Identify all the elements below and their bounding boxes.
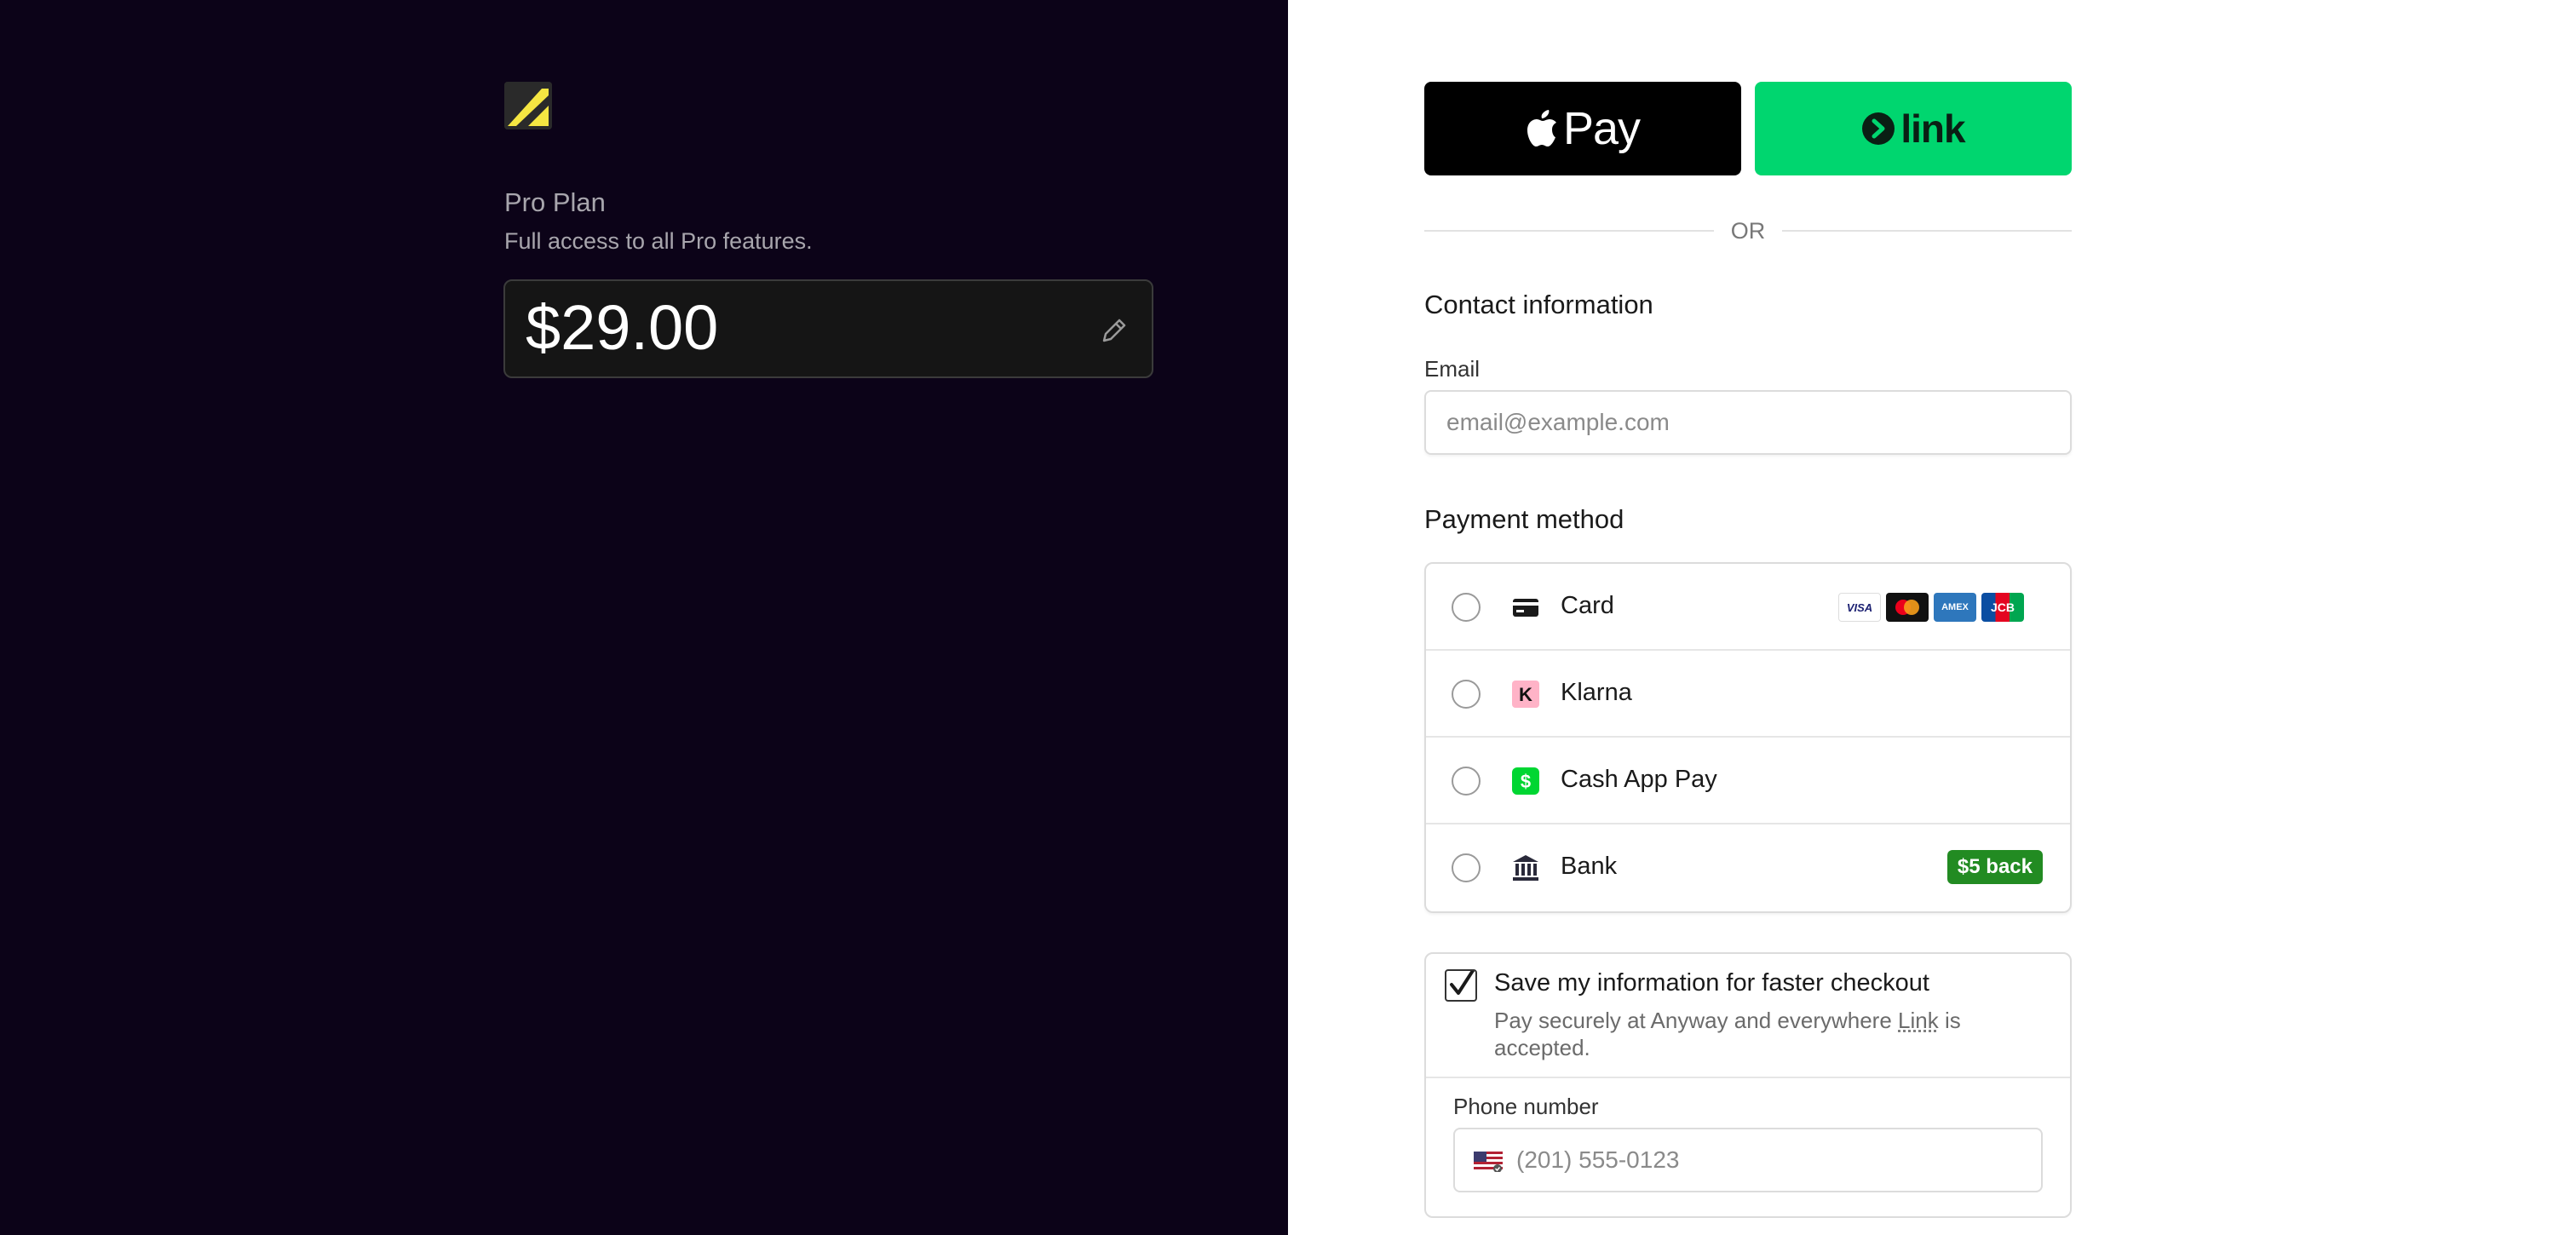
radio-button[interactable]	[1452, 680, 1481, 709]
divider	[1426, 1077, 2070, 1078]
link-info-link[interactable]: Link	[1898, 1008, 1939, 1033]
card-brands: VISA AMEX JCB	[1838, 593, 2024, 622]
phone-label: Phone number	[1453, 1094, 1599, 1119]
card-icon	[1513, 599, 1538, 617]
brand-logo	[504, 82, 552, 129]
product-name: Pro Plan	[504, 187, 606, 217]
klarna-icon: K	[1512, 681, 1539, 708]
divider-line	[1782, 230, 2072, 232]
email-input[interactable]	[1424, 390, 2072, 455]
or-divider: OR	[1424, 218, 2072, 244]
price-box: $29.00	[503, 279, 1153, 378]
save-info-subtitle: Pay securely at Anyway and everywhere Li…	[1494, 1007, 2022, 1061]
edit-price-button[interactable]	[1097, 313, 1131, 348]
amex-icon: AMEX	[1934, 593, 1976, 622]
save-info-title: Save my information for faster checkout	[1494, 969, 1929, 997]
order-summary-panel: Pro Plan Full access to all Pro features…	[0, 0, 1288, 1235]
payment-methods-list: Card VISA AMEX JCB K Klarna $ Cash App P…	[1424, 562, 2072, 913]
email-label: Email	[1424, 356, 1481, 382]
payment-method-label: Card	[1561, 592, 1614, 619]
payment-method-bank[interactable]: Bank $5 back	[1426, 824, 2070, 911]
divider-line	[1424, 230, 1714, 232]
jcb-icon: JCB	[1981, 593, 2024, 622]
save-info-box: Save my information for faster checkout …	[1424, 952, 2072, 1218]
radio-button[interactable]	[1452, 767, 1481, 796]
cashback-badge: $5 back	[1946, 850, 2043, 884]
link-arrow-icon	[1862, 112, 1895, 145]
radio-button[interactable]	[1452, 853, 1481, 882]
payment-section-title: Payment method	[1424, 504, 1624, 534]
checkmark-icon	[1450, 968, 1475, 995]
mastercard-icon	[1886, 593, 1929, 622]
or-text: OR	[1730, 217, 1766, 244]
save-info-text: Pay securely at Anyway and everywhere	[1494, 1008, 1899, 1033]
apple-pay-button[interactable]: Pay	[1424, 82, 1741, 175]
payment-method-label: Bank	[1561, 853, 1618, 880]
payment-method-card[interactable]: Card VISA AMEX JCB	[1426, 564, 2070, 651]
price-amount: $29.00	[526, 292, 719, 363]
us-flag-icon[interactable]	[1474, 1152, 1503, 1172]
apple-pay-label: Pay	[1562, 103, 1641, 154]
visa-icon: VISA	[1838, 593, 1881, 622]
payment-method-label: Cash App Pay	[1561, 766, 1717, 793]
payment-method-label: Klarna	[1561, 679, 1632, 706]
pencil-icon	[1102, 319, 1126, 342]
link-pay-button[interactable]: link	[1755, 82, 2072, 175]
payment-method-cash-app[interactable]: $ Cash App Pay	[1426, 738, 2070, 824]
link-pay-label: link	[1900, 106, 1965, 151]
svg-text:K: K	[1519, 684, 1532, 705]
phone-input-wrapper	[1453, 1128, 2043, 1192]
product-description: Full access to all Pro features.	[504, 228, 813, 254]
contact-section-title: Contact information	[1424, 290, 1653, 319]
payment-method-klarna[interactable]: K Klarna	[1426, 651, 2070, 738]
checkout-panel: Pay link OR Contact information Email Pa…	[1288, 0, 2576, 1235]
cash-app-icon: $	[1512, 767, 1539, 795]
svg-text:$: $	[1521, 771, 1531, 792]
apple-icon	[1527, 110, 1556, 146]
bank-icon	[1513, 855, 1538, 881]
save-info-checkbox[interactable]	[1445, 968, 1477, 1002]
radio-button[interactable]	[1452, 593, 1481, 622]
phone-number-input[interactable]	[1516, 1129, 2027, 1191]
